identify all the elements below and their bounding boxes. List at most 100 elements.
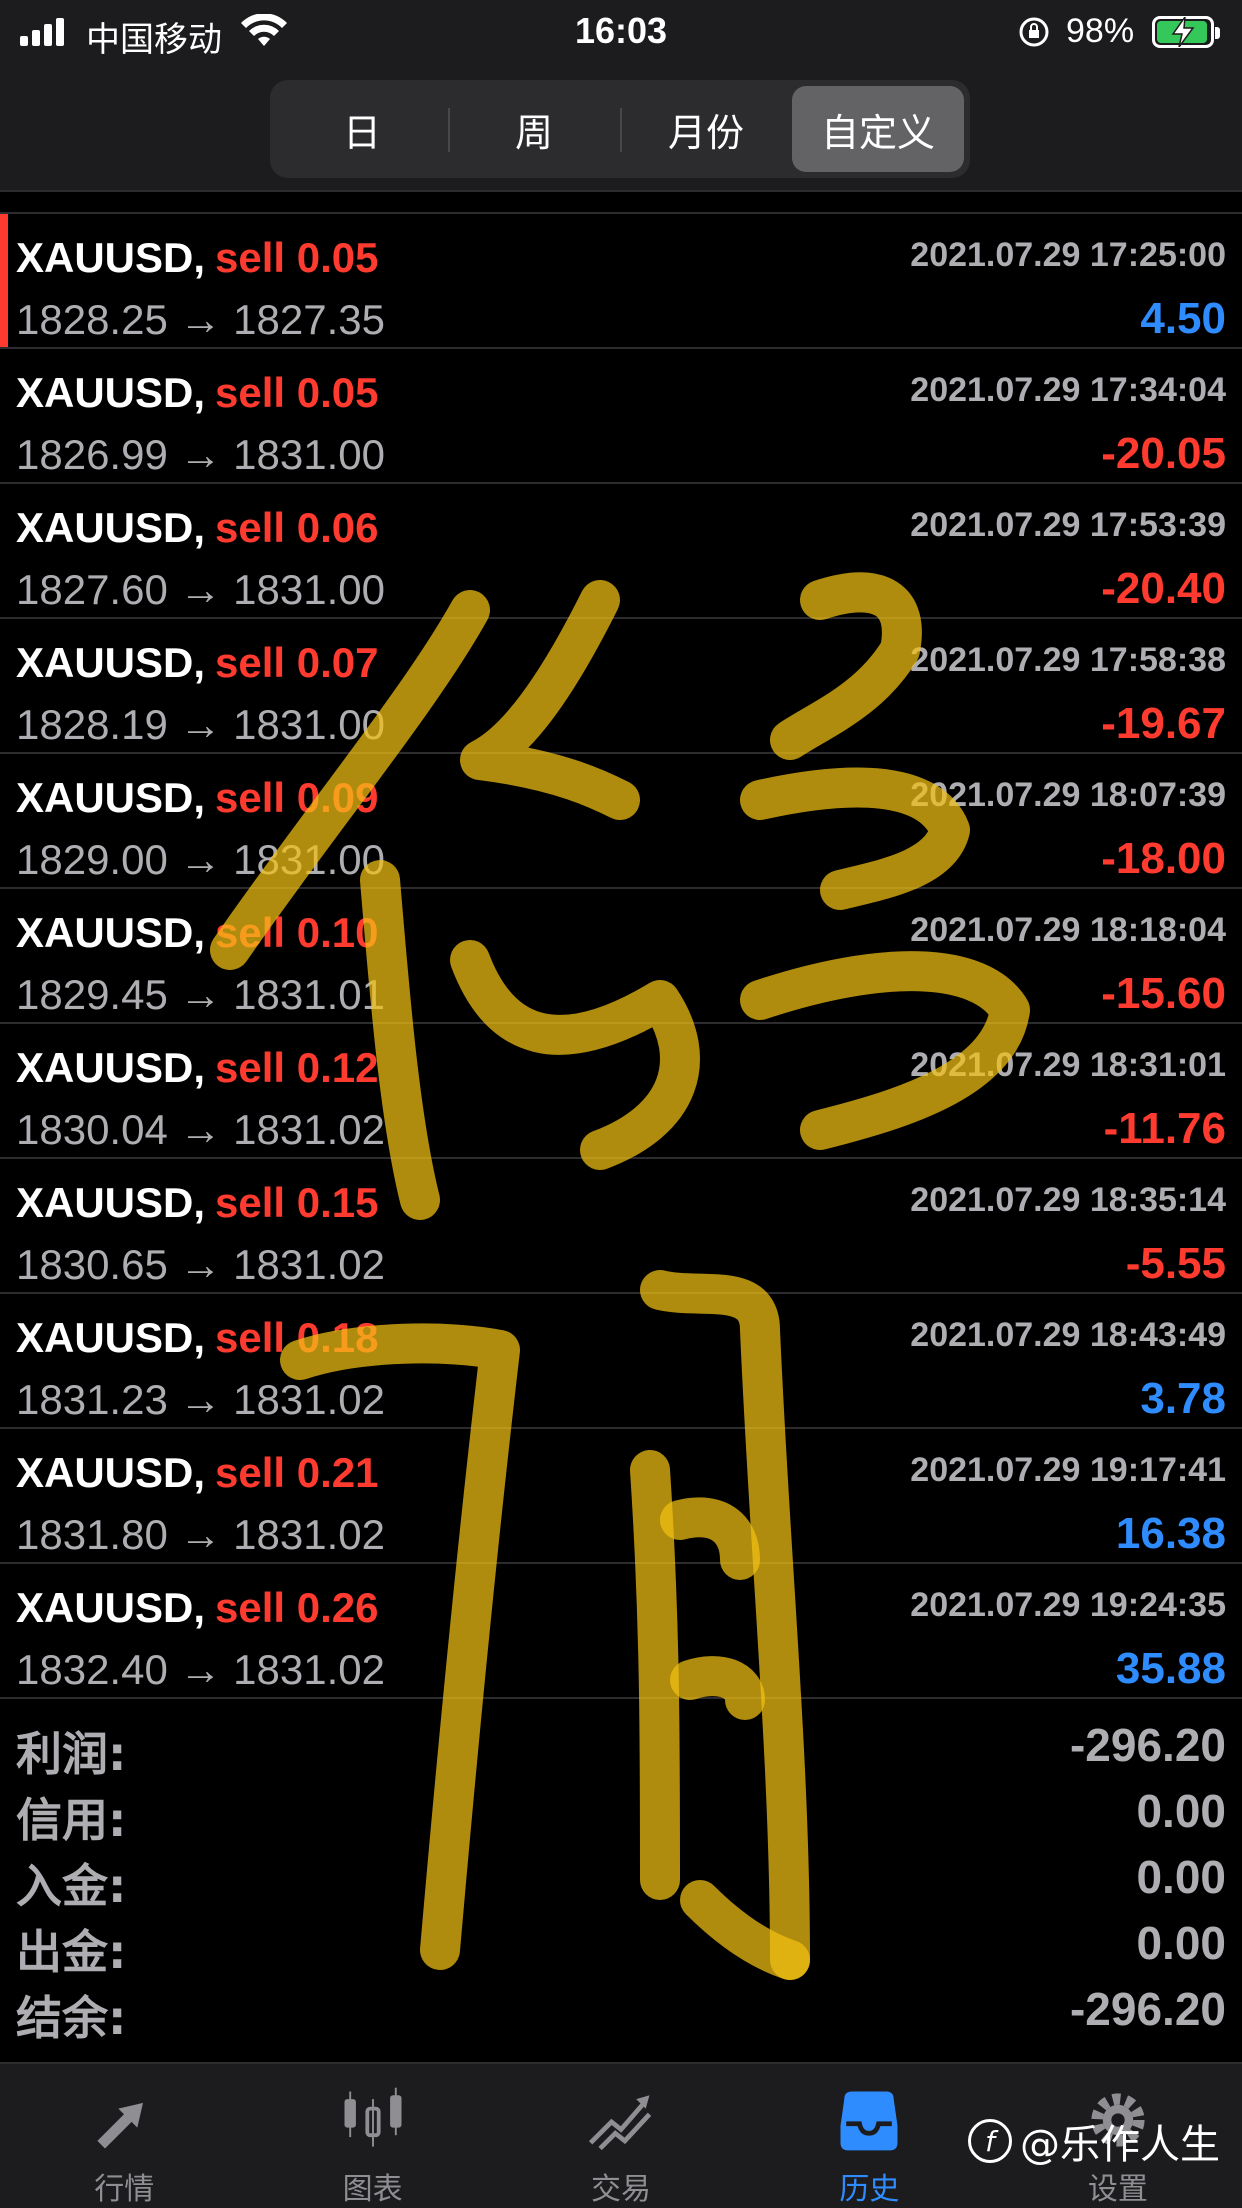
trade-profit: 35.88 bbox=[1115, 1644, 1226, 1693]
trade-row[interactable]: XAUUSD, sell 0.26 2021.07.29 19:24:35 1832.… bbox=[0, 1564, 1242, 1699]
segment-month[interactable]: 月份 bbox=[620, 86, 792, 172]
history-icon bbox=[840, 2091, 898, 2151]
trade-symbol: XAUUSD, bbox=[16, 369, 206, 416]
trade-profit: -15.60 bbox=[1101, 969, 1226, 1018]
tab-label: 交易 bbox=[591, 2172, 652, 2207]
trade-symbol-line: XAUUSD, sell 0.05 bbox=[16, 234, 379, 282]
segment-day[interactable]: 日 bbox=[276, 86, 448, 172]
trade-symbol: XAUUSD, bbox=[16, 504, 206, 551]
clock: 16:03 bbox=[574, 10, 668, 51]
trade-icon bbox=[588, 2095, 652, 2151]
summary-label: 结余: bbox=[16, 1991, 127, 2045]
partial-row bbox=[0, 192, 1242, 214]
summary-value: 0.00 bbox=[1136, 1785, 1226, 1837]
trade-prices: 1831.23 → 1831.02 bbox=[16, 1376, 385, 1423]
trade-side-volume: sell 0.06 bbox=[215, 504, 379, 551]
trade-time: 2021.07.29 18:07:39 bbox=[910, 776, 1226, 814]
trade-profit: -20.05 bbox=[1101, 429, 1226, 478]
trade-symbol-line: XAUUSD, sell 0.05 bbox=[16, 369, 379, 417]
trade-symbol-line: XAUUSD, sell 0.15 bbox=[16, 1179, 379, 1227]
chart-icon bbox=[344, 2087, 402, 2147]
trade-row[interactable]: XAUUSD, sell 0.15 2021.07.29 18:35:14 1830.… bbox=[0, 1159, 1242, 1294]
tab-chart[interactable]: 图表 bbox=[248, 2064, 496, 2208]
summary-panel: 利润: -296.20 信用: 0.00 入金: 0.00 出金: 0.00 结… bbox=[0, 1710, 1242, 2045]
trade-row[interactable]: XAUUSD, sell 0.05 2021.07.29 17:25:00 1828.… bbox=[0, 214, 1242, 349]
trade-symbol: XAUUSD, bbox=[16, 909, 206, 956]
trade-row[interactable]: XAUUSD, sell 0.12 2021.07.29 18:31:01 1830.… bbox=[0, 1024, 1242, 1159]
trade-history-list[interactable]: XAUUSD, sell 0.05 2021.07.29 17:25:00 1828.… bbox=[0, 192, 1242, 1699]
trade-side-volume: sell 0.12 bbox=[215, 1044, 379, 1091]
period-header: 日 周 月份 自定义 bbox=[0, 66, 1242, 192]
summary-label: 信用: bbox=[16, 1793, 127, 1847]
trade-profit: -20.40 bbox=[1101, 564, 1226, 613]
trade-prices: 1827.60 → 1831.00 bbox=[16, 566, 385, 613]
trade-side-volume: sell 0.26 bbox=[215, 1584, 379, 1631]
trade-prices: 1829.45 → 1831.01 bbox=[16, 971, 385, 1018]
trade-symbol-line: XAUUSD, sell 0.12 bbox=[16, 1044, 379, 1092]
segment-custom[interactable]: 自定义 bbox=[792, 86, 964, 172]
trade-symbol-line: XAUUSD, sell 0.18 bbox=[16, 1314, 379, 1362]
trade-profit: 3.78 bbox=[1140, 1374, 1226, 1423]
trade-prices: 1828.19 → 1831.00 bbox=[16, 701, 385, 748]
trade-time: 2021.07.29 19:17:41 bbox=[910, 1451, 1226, 1489]
trade-symbol: XAUUSD, bbox=[16, 1044, 206, 1091]
summary-deposit: 入金: 0.00 bbox=[0, 1842, 1242, 1913]
summary-label: 利润: bbox=[16, 1727, 127, 1781]
summary-balance: 结余: -296.20 bbox=[0, 1974, 1242, 2045]
trade-symbol: XAUUSD, bbox=[16, 639, 206, 686]
period-segmented-control: 日 周 月份 自定义 bbox=[270, 80, 970, 178]
trade-prices: 1829.00 → 1831.00 bbox=[16, 836, 385, 883]
trade-symbol-line: XAUUSD, sell 0.21 bbox=[16, 1449, 379, 1497]
trade-time: 2021.07.29 18:18:04 bbox=[910, 911, 1226, 949]
tab-label: 历史 bbox=[839, 2172, 900, 2207]
trade-symbol: XAUUSD, bbox=[16, 1179, 206, 1226]
trade-side-volume: sell 0.15 bbox=[215, 1179, 379, 1226]
trade-side-volume: sell 0.09 bbox=[215, 774, 379, 821]
trade-time: 2021.07.29 17:25:00 bbox=[910, 236, 1226, 274]
trade-prices: 1832.40 → 1831.02 bbox=[16, 1646, 385, 1693]
trade-profit: -18.00 bbox=[1101, 834, 1226, 883]
trade-symbol-line: XAUUSD, sell 0.07 bbox=[16, 639, 379, 687]
tab-label: 图表 bbox=[342, 2172, 403, 2207]
trade-row[interactable]: XAUUSD, sell 0.05 2021.07.29 17:34:04 1826.… bbox=[0, 349, 1242, 484]
trade-row[interactable]: XAUUSD, sell 0.09 2021.07.29 18:07:39 1829.… bbox=[0, 754, 1242, 889]
summary-credit: 信用: 0.00 bbox=[0, 1776, 1242, 1847]
trade-symbol: XAUUSD, bbox=[16, 234, 206, 281]
trade-profit: -11.76 bbox=[1103, 1104, 1226, 1153]
trade-prices: 1831.80 → 1831.02 bbox=[16, 1511, 385, 1558]
tab-label: 设置 bbox=[1087, 2172, 1148, 2207]
battery-percent: 98% bbox=[1066, 12, 1135, 50]
trade-time: 2021.07.29 19:24:35 bbox=[910, 1586, 1226, 1624]
tab-trade[interactable]: 交易 bbox=[497, 2064, 745, 2208]
tab-quotes[interactable]: 行情 bbox=[0, 2064, 248, 2208]
trade-profit: 4.50 bbox=[1140, 294, 1226, 343]
trade-row[interactable]: XAUUSD, sell 0.07 2021.07.29 17:58:38 1828.… bbox=[0, 619, 1242, 754]
watermark: f @乐作人生 bbox=[968, 2112, 1220, 2170]
summary-value: -296.20 bbox=[1069, 1983, 1226, 2035]
trade-symbol: XAUUSD, bbox=[16, 1584, 206, 1631]
trade-profit: -19.67 bbox=[1101, 699, 1226, 748]
watermark-text: @乐作人生 bbox=[1020, 2122, 1220, 2168]
trade-symbol-line: XAUUSD, sell 0.09 bbox=[16, 774, 379, 822]
trade-time: 2021.07.29 17:34:04 bbox=[910, 371, 1226, 409]
trade-time: 2021.07.29 17:58:38 bbox=[910, 641, 1226, 679]
trade-profit: 16.38 bbox=[1115, 1509, 1226, 1558]
summary-profit: 利润: -296.20 bbox=[0, 1710, 1242, 1781]
trade-row[interactable]: XAUUSD, sell 0.18 2021.07.29 18:43:49 1831.… bbox=[0, 1294, 1242, 1429]
rotation-lock-icon bbox=[1019, 17, 1049, 47]
trade-prices: 1830.04 → 1831.02 bbox=[16, 1106, 385, 1153]
trade-profit: -5.55 bbox=[1125, 1239, 1226, 1288]
trade-side-volume: sell 0.05 bbox=[215, 234, 379, 281]
trade-time: 2021.07.29 18:35:14 bbox=[910, 1181, 1226, 1219]
trade-row[interactable]: XAUUSD, sell 0.21 2021.07.29 19:17:41 1831.… bbox=[0, 1429, 1242, 1564]
segment-week[interactable]: 周 bbox=[448, 86, 620, 172]
trade-row[interactable]: XAUUSD, sell 0.06 2021.07.29 17:53:39 1827.… bbox=[0, 484, 1242, 619]
trade-side-volume: sell 0.18 bbox=[215, 1314, 379, 1361]
battery-icon bbox=[1152, 16, 1220, 48]
trade-row[interactable]: XAUUSD, sell 0.10 2021.07.29 18:18:04 1829.… bbox=[0, 889, 1242, 1024]
trade-symbol-line: XAUUSD, sell 0.10 bbox=[16, 909, 379, 957]
tab-history[interactable]: 历史 bbox=[745, 2064, 993, 2208]
trade-prices: 1828.25 → 1827.35 bbox=[16, 296, 385, 343]
trade-side-volume: sell 0.07 bbox=[215, 639, 379, 686]
summary-value: 0.00 bbox=[1136, 1851, 1226, 1903]
